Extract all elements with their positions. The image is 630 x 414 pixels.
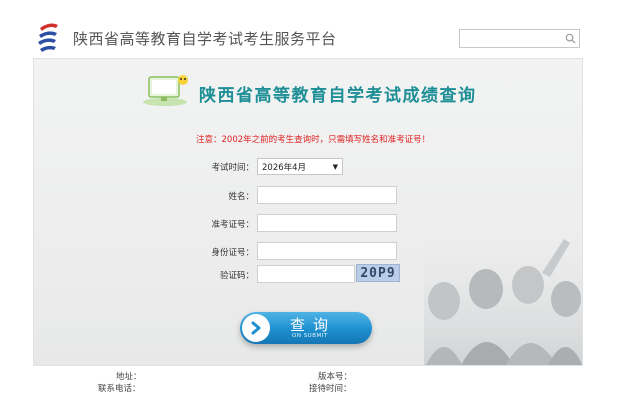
ticket-number-input[interactable] <box>257 214 397 232</box>
students-photo <box>424 229 582 365</box>
notice-text: 注意：2002年之前的考生查询时，只需填写姓名和准考证号！ <box>196 135 431 145</box>
chevron-down-icon: ▼ <box>332 162 338 171</box>
search-input[interactable] <box>459 29 563 48</box>
logo-icon <box>38 23 58 52</box>
computer-icon <box>143 75 188 106</box>
name-label: 姓名： <box>228 192 254 202</box>
id-number-input[interactable] <box>257 242 397 260</box>
site-title: 陕西省高等教育自学考试考生服务平台 <box>73 30 337 48</box>
captcha-text: 20P9 <box>360 265 396 281</box>
submit-label: 查询 <box>290 316 337 334</box>
search-icon <box>565 33 576 44</box>
captcha-image[interactable]: 20P9 <box>356 264 400 282</box>
captcha-label: 验证码： <box>219 271 254 281</box>
captcha-input[interactable] <box>257 265 355 283</box>
reception-hours-label: 接待时间： <box>309 384 352 394</box>
submit-button[interactable]: 查询 ON SUBMIT <box>240 312 372 344</box>
exam-time-value: 2026年4月 <box>262 162 307 173</box>
name-input[interactable] <box>257 186 397 204</box>
site-header: 陕西省高等教育自学考试考生服务平台 <box>0 0 630 58</box>
arrow-right-icon <box>242 314 270 342</box>
ticket-number-label: 准考证号： <box>211 220 254 230</box>
exam-time-select[interactable]: 2026年4月 ▼ <box>257 158 343 175</box>
submit-sub-label: ON SUBMIT <box>292 333 328 339</box>
exam-time-label: 考试时间： <box>211 163 254 173</box>
query-panel: 陕西省高等教育自学考试成绩查询 注意：2002年之前的考生查询时，只需填写姓名和… <box>33 58 583 366</box>
search-button[interactable] <box>562 29 580 48</box>
version-label: 版本号： <box>318 372 353 382</box>
page-title: 陕西省高等教育自学考试成绩查询 <box>199 86 477 106</box>
id-number-label: 身份证号： <box>211 248 254 258</box>
address-label: 地址： <box>116 372 142 382</box>
phone-label: 联系电话： <box>98 384 141 394</box>
